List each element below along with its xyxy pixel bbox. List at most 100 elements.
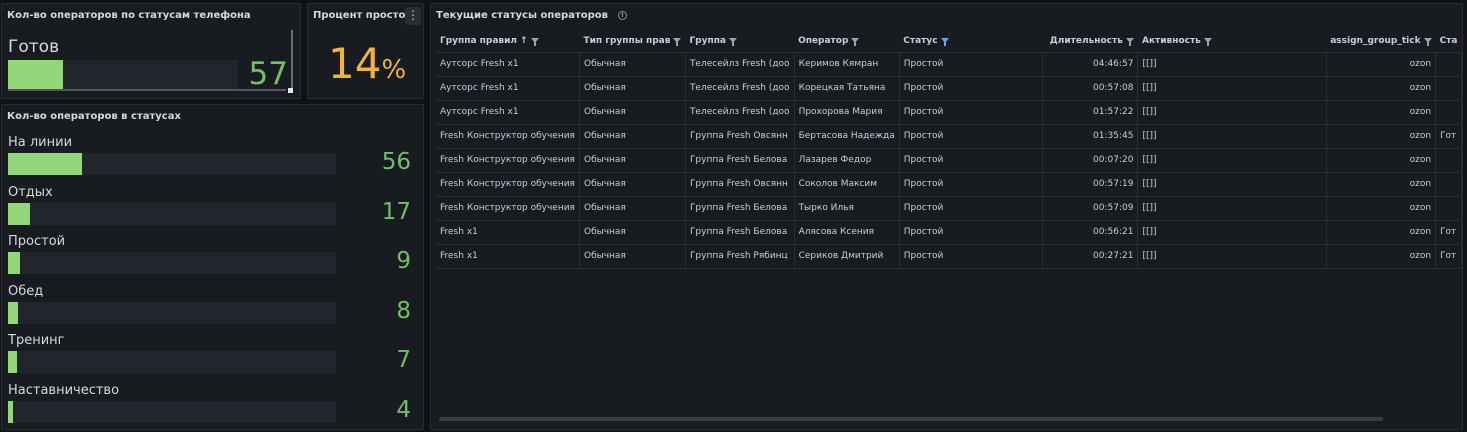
table-cell: Гот <box>1435 244 1462 269</box>
table-cell: 00:57:19 <box>1042 172 1139 197</box>
table-cell: Fresh Конструктор обучения <box>436 124 580 149</box>
table-cell: Лазарев Федор <box>794 148 900 173</box>
filter-icon[interactable] <box>530 37 539 46</box>
table-row[interactable]: Аутсорс Fresh x1 Обычная Телесейлз Fresh (… <box>436 100 1462 125</box>
table-cell: Тырко Илья <box>794 196 900 221</box>
filter-icon[interactable] <box>940 37 949 46</box>
table-cell: Корецкая Татьяна <box>794 76 900 101</box>
filter-icon[interactable] <box>729 37 737 46</box>
status-row-bar <box>8 351 336 373</box>
table-row[interactable]: Аутсорс Fresh x1 Обычная Телесейлз Fresh (… <box>436 52 1462 77</box>
table-cell: Fresh Конструктор обучения <box>436 172 580 197</box>
table-cell: Fresh Конструктор обучения <box>436 196 580 221</box>
table-cell: Простой <box>899 124 1044 149</box>
panel-title: Текущие статусы операторов i <box>436 10 627 21</box>
panel-title: Кол-во операторов в статусах <box>7 111 181 122</box>
filter-icon[interactable] <box>851 37 860 46</box>
table-cell: [[]] <box>1137 124 1327 149</box>
status-row-label: На линии <box>8 135 73 150</box>
table-cell: Обычная <box>579 124 686 149</box>
column-header[interactable]: Оператор <box>794 30 900 53</box>
phone-status-bar-fill <box>8 60 64 91</box>
status-row-value: 9 <box>396 248 411 274</box>
table-row[interactable]: Fresh x1 Обычная Группа Fresh Белова Алясов… <box>436 220 1462 245</box>
status-row-label: Простой <box>8 234 66 249</box>
column-header[interactable]: Группа правил ↑ <box>436 30 580 53</box>
table-cell: Fresh x1 <box>436 220 580 245</box>
column-header[interactable]: Статус <box>899 30 1043 53</box>
status-row-bar <box>8 202 336 225</box>
status-row-bar-fill <box>8 252 20 274</box>
table-cell: [[]] <box>1137 52 1327 77</box>
table-row[interactable]: Fresh Конструктор обучения Обычная Группа … <box>436 124 1462 149</box>
vertical-scrollbar[interactable] <box>291 30 293 90</box>
column-header[interactable]: Группа <box>685 30 795 53</box>
status-row-bar <box>8 153 336 175</box>
table-cell: Простой <box>899 148 1044 173</box>
filter-icon[interactable] <box>1203 37 1212 46</box>
table-cell: Fresh x1 <box>436 244 580 269</box>
column-header[interactable]: assign_group_tick <box>1326 30 1436 53</box>
more-vertical-icon[interactable]: ⋮ <box>405 7 421 25</box>
table-cell: Группа Fresh Рябинц <box>685 244 795 269</box>
table-cell: ozon <box>1326 52 1437 77</box>
table-cell: Обычная <box>579 100 686 125</box>
table-cell: Простой <box>899 52 1044 77</box>
table-cell <box>1435 196 1462 221</box>
table-cell: 01:57:22 <box>1042 100 1139 125</box>
table-cell: Гот <box>1435 124 1462 149</box>
status-row-label: Наставничество <box>8 382 120 398</box>
filter-icon[interactable] <box>1423 37 1432 46</box>
table-cell: ozon <box>1326 148 1437 173</box>
table-cell: ozon <box>1326 196 1437 221</box>
table-cell: Прохорова Мария <box>794 100 900 125</box>
table-cell: Аутсорс Fresh x1 <box>436 52 580 77</box>
table-row[interactable]: Аутсорс Fresh x1 Обычная Телесейлз Fresh (… <box>436 76 1462 101</box>
status-row-value: 56 <box>381 149 411 175</box>
table-body: Аутсорс Fresh x1 Обычная Телесейлз Fresh (… <box>436 52 1462 269</box>
table-cell: Алясова Ксения <box>794 220 900 245</box>
status-row-bar-fill <box>8 301 19 324</box>
table-cell: [[]] <box>1137 244 1327 269</box>
current-statuses-panel: Текущие статусы операторов i Группа прави… <box>430 3 1463 430</box>
status-row-bar-fill <box>8 351 18 373</box>
table-horizontal-scrollbar[interactable] <box>439 417 1383 421</box>
table-cell: Простой <box>899 76 1044 101</box>
table-cell: Fresh Конструктор обучения <box>436 148 580 173</box>
table-row[interactable]: Fresh Конструктор обучения Обычная Группа … <box>436 196 1462 221</box>
column-header[interactable]: Активность <box>1137 30 1327 53</box>
table-cell <box>1435 52 1462 77</box>
table-cell: 04:46:57 <box>1042 52 1139 77</box>
column-header[interactable]: Тип группы прав <box>579 30 686 53</box>
status-row-bar-fill <box>8 400 14 423</box>
phone-status-label: Готов <box>8 37 60 57</box>
table-header-row: Группа правил ↑ Тип группы прав Группа Опера… <box>436 30 1462 53</box>
table-cell: Обычная <box>579 196 686 221</box>
info-icon[interactable]: i <box>617 11 627 20</box>
sort-arrow-icon[interactable]: ↑ <box>520 36 528 46</box>
table-cell: [[]] <box>1137 148 1327 173</box>
table-row[interactable]: Fresh Конструктор обучения Обычная Группа … <box>436 172 1462 197</box>
phone-status-bar <box>8 60 238 91</box>
column-header-label: Группа <box>689 35 726 46</box>
column-header[interactable]: Ста <box>1435 30 1462 53</box>
table-cell: 00:56:21 <box>1042 220 1139 245</box>
filter-icon[interactable] <box>1125 37 1134 46</box>
table-cell: Группа Fresh Белова <box>685 196 795 221</box>
horizontal-scrollbar[interactable] <box>8 89 286 91</box>
table-cell <box>1435 76 1462 101</box>
panel-title: Кол-во операторов по статусам телефона <box>7 10 251 21</box>
table-cell: Обычная <box>579 52 686 77</box>
table-cell: Простой <box>899 172 1044 197</box>
table-row[interactable]: Fresh x1 Обычная Группа Fresh Рябинц Серико… <box>436 244 1462 269</box>
table-row[interactable]: Fresh Конструктор обучения Обычная Группа … <box>436 148 1462 173</box>
phone-status-panel: Кол-во операторов по статусам телефона Г… <box>1 3 301 99</box>
panel-title-text: Текущие статусы операторов <box>436 10 608 21</box>
table-cell <box>1435 100 1462 125</box>
column-header[interactable]: Длительность <box>1042 30 1138 53</box>
table-cell: Телесейлз Fresh (доо <box>685 76 795 101</box>
filter-icon[interactable] <box>673 37 682 46</box>
table-cell <box>1435 148 1462 173</box>
panel-title: Процент простоя <box>313 10 412 21</box>
table-cell: 01:35:45 <box>1042 124 1139 149</box>
